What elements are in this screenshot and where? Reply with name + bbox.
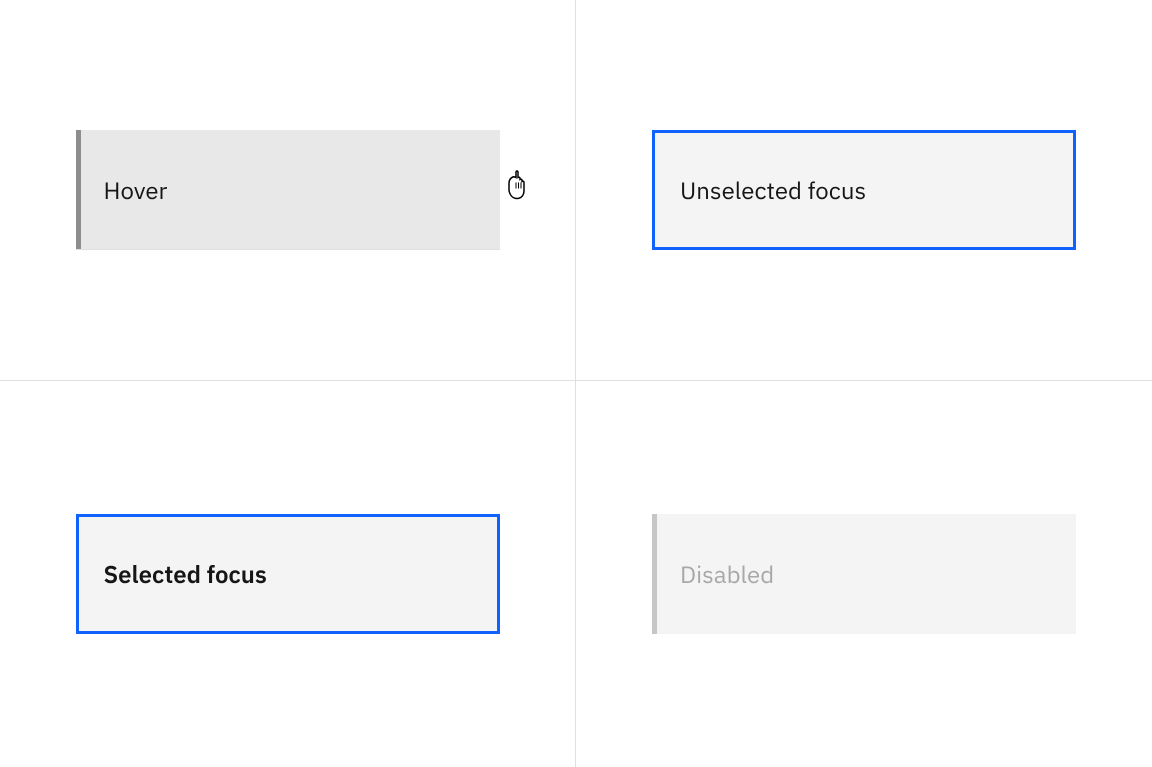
cell-hover: Hover xyxy=(0,0,576,381)
cell-selected-focus: Selected focus xyxy=(0,381,576,767)
list-item-disabled: Disabled xyxy=(652,514,1076,634)
pointer-cursor-icon xyxy=(501,168,533,211)
list-item-unselected-focus[interactable]: Unselected focus xyxy=(652,130,1076,250)
cell-disabled: Disabled xyxy=(576,381,1152,767)
list-item-label: Disabled xyxy=(680,558,774,590)
cell-unselected-focus: Unselected focus xyxy=(576,0,1152,381)
states-grid: Hover Unselected focus Selected focus Di… xyxy=(0,0,1152,767)
list-item-label: Unselected focus xyxy=(680,174,866,206)
list-item-label: Hover xyxy=(104,174,168,206)
list-item-selected-focus[interactable]: Selected focus xyxy=(76,514,500,634)
list-item-label: Selected focus xyxy=(104,558,267,590)
list-item-hover[interactable]: Hover xyxy=(76,130,500,250)
